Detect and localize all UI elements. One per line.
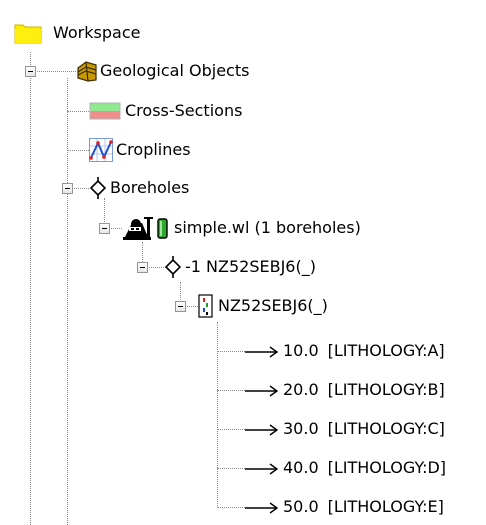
arrow-right-icon bbox=[245, 344, 279, 358]
tree-guide-line bbox=[67, 150, 89, 151]
tree-node-label: simple.wl (1 boreholes) bbox=[174, 218, 361, 237]
tree-node-label: -1 NZ52SEBJ6(_) bbox=[185, 257, 316, 276]
interval-lithology: [LITHOLOGY:B] bbox=[327, 380, 445, 399]
drill-rig-icon bbox=[122, 215, 170, 241]
tree-node-geological-objects[interactable]: Geological Objects bbox=[76, 56, 249, 86]
tree-node-interval[interactable]: 40.0 [LITHOLOGY:D] bbox=[245, 453, 446, 483]
tree-node-interval[interactable]: 30.0 [LITHOLOGY:C] bbox=[245, 414, 445, 444]
arrow-right-icon bbox=[245, 500, 279, 514]
collapse-toggle[interactable] bbox=[99, 223, 110, 234]
tree-node-croplines[interactable]: Croplines bbox=[89, 135, 191, 165]
arrow-right-icon bbox=[245, 422, 279, 436]
interval-lithology: [LITHOLOGY:A] bbox=[327, 341, 445, 360]
tree-guide-line bbox=[30, 71, 76, 72]
tree-node-label: Cross-Sections bbox=[125, 101, 243, 120]
arrow-right-icon bbox=[245, 383, 279, 397]
log-track-icon bbox=[198, 294, 214, 318]
tree-guide-line bbox=[217, 390, 245, 391]
tree-guide-line bbox=[67, 111, 89, 112]
tree-node-interval[interactable]: 50.0 [LITHOLOGY:E] bbox=[245, 492, 444, 522]
arrow-right-icon bbox=[245, 461, 279, 475]
tree-node-label: Boreholes bbox=[110, 178, 190, 197]
tree-node-borehole[interactable]: -1 NZ52SEBJ6(_) bbox=[164, 252, 316, 282]
tree-node-interval[interactable]: 10.0 [LITHOLOGY:A] bbox=[245, 336, 445, 366]
tree-guide-line bbox=[217, 322, 218, 508]
collapse-toggle[interactable] bbox=[62, 183, 73, 194]
tree-guide-line bbox=[217, 468, 245, 469]
interval-depth: 20.0 bbox=[283, 380, 319, 399]
collapse-toggle[interactable] bbox=[137, 262, 148, 273]
tree-node-cross-sections[interactable]: Cross-Sections bbox=[89, 96, 242, 126]
borehole-diamond-icon bbox=[164, 256, 182, 278]
tree-guide-line bbox=[217, 351, 245, 352]
tree-node-label: Croplines bbox=[116, 140, 191, 159]
interval-depth: 30.0 bbox=[283, 419, 319, 438]
tree-node-label: Workspace bbox=[53, 23, 141, 42]
interval-depth: 40.0 bbox=[283, 458, 319, 477]
folder-icon bbox=[14, 22, 42, 44]
tree-guide-line bbox=[67, 78, 68, 525]
interval-lithology: [LITHOLOGY:D] bbox=[327, 458, 447, 477]
borehole-diamond-icon bbox=[89, 177, 107, 199]
cross-section-icon bbox=[89, 100, 121, 122]
tree-guide-line bbox=[217, 429, 245, 430]
interval-depth: 50.0 bbox=[283, 497, 319, 516]
tree-node-log[interactable]: NZ52SEBJ6(_) bbox=[198, 291, 328, 321]
tree-node-workspace[interactable]: Workspace bbox=[14, 18, 140, 48]
tree-node-interval[interactable]: 20.0 [LITHOLOGY:B] bbox=[245, 375, 445, 405]
tree-node-boreholes[interactable]: Boreholes bbox=[89, 173, 189, 203]
tree-guide-line bbox=[217, 507, 245, 508]
interval-lithology: [LITHOLOGY:E] bbox=[327, 497, 444, 516]
collapse-toggle[interactable] bbox=[175, 301, 186, 312]
tree-node-label: Geological Objects bbox=[100, 61, 250, 80]
green-cylinder-icon bbox=[157, 218, 168, 239]
tree-node-label: NZ52SEBJ6(_) bbox=[218, 296, 328, 315]
tree-view[interactable]: Workspace Geological Objects Cross-Secti… bbox=[0, 0, 486, 525]
interval-lithology: [LITHOLOGY:C] bbox=[327, 419, 445, 438]
geological-layers-icon bbox=[76, 60, 98, 82]
collapse-toggle[interactable] bbox=[25, 66, 36, 77]
interval-depth: 10.0 bbox=[283, 341, 319, 360]
tree-node-well-file[interactable]: simple.wl (1 boreholes) bbox=[122, 213, 361, 243]
cropline-icon bbox=[89, 138, 113, 162]
tree-guide-line bbox=[30, 52, 31, 525]
